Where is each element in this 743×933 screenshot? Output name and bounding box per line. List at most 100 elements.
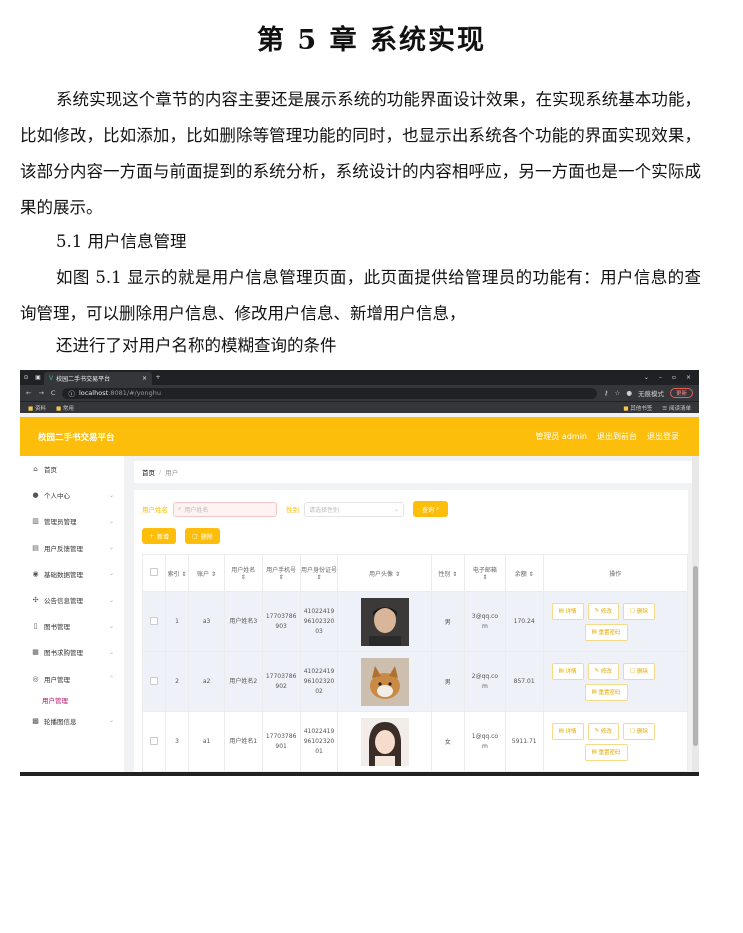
column-header[interactable]: 索引 ⇕ — [164, 554, 190, 592]
breadcrumb-home[interactable]: 首页 — [142, 467, 155, 477]
cell-idcard: 410224199610232003 — [299, 591, 339, 652]
search-row: 用户姓名 ⌕ 用户姓名 性别 请选择性别 ⌄ 查询 ⌕ — [142, 501, 449, 517]
sidebar-item-books[interactable]: ▯ 图书管理 ⌄ — [20, 613, 124, 639]
detail-button-label: 详情 — [565, 669, 577, 675]
query-button[interactable]: 查询 ⌕ — [413, 501, 449, 517]
sidebar-item-profile[interactable]: ● 个人中心 ⌄ — [20, 482, 124, 508]
close-window-icon[interactable]: × — [686, 374, 691, 381]
sort-icon[interactable]: ⇕ — [529, 571, 534, 578]
scrollbar-thumb[interactable] — [693, 566, 698, 746]
close-tab-icon[interactable]: × — [142, 375, 147, 382]
browser-tab[interactable]: V 校园二手书交易平台 × — [44, 372, 152, 385]
bookmark-item[interactable]: ■ 常用 — [56, 404, 74, 412]
column-label: 性别 — [438, 570, 451, 578]
row-checkbox[interactable] — [149, 676, 158, 685]
column-header[interactable]: 用户手机号 ⇕ — [261, 554, 301, 592]
bookmark-item[interactable]: ■ 其他书签 — [623, 404, 652, 412]
sort-icon[interactable]: ⇕ — [279, 574, 284, 581]
reset-password-button[interactable]: ▤ 重置密码 — [584, 623, 628, 641]
forward-icon[interactable]: → — [38, 389, 43, 397]
edit-button[interactable]: ✎ 修改 — [587, 662, 619, 680]
sort-icon[interactable]: ⇕ — [211, 571, 216, 578]
column-header[interactable]: 用户姓名 ⇕ — [223, 554, 263, 592]
reset-password-button[interactable]: ▤ 重置密码 — [584, 743, 628, 761]
tab-group-icon[interactable]: ▣ — [32, 374, 44, 381]
logout-link[interactable]: 退出登录 — [647, 431, 679, 442]
delete-button[interactable]: ▢ 删除 — [185, 528, 220, 544]
add-button[interactable]: + 新增 — [142, 528, 177, 544]
column-header[interactable]: 性别 ⇕ — [430, 554, 466, 592]
sidebar-item-feedback[interactable]: ▤ 用户反馈管理 ⌄ — [20, 535, 124, 561]
cell-avatar — [337, 651, 432, 712]
sidebar-item-notices[interactable]: ✣ 公告信息管理 ⌄ — [20, 587, 124, 613]
star-icon[interactable]: ☆ — [614, 389, 620, 397]
sidebar-subitem-users[interactable]: 用户管理 — [20, 692, 124, 708]
tab-search-icon[interactable]: ⌄ — [644, 374, 649, 381]
cell-phone: 17703786903 — [261, 591, 301, 652]
column-header[interactable]: 账户 ⇕ — [188, 554, 225, 592]
home-icon: ⌂ — [33, 465, 38, 474]
cell-avatar — [337, 591, 432, 652]
maximize-icon[interactable]: ▫ — [672, 374, 676, 381]
edit-button[interactable]: ✎ 修改 — [587, 722, 619, 740]
row-select-cell[interactable] — [142, 591, 166, 652]
folder-icon: ■ — [55, 405, 62, 412]
new-tab-button[interactable]: + — [152, 374, 164, 381]
detail-button[interactable]: ▤ 详情 — [551, 722, 584, 740]
edit-button[interactable]: ✎ 修改 — [587, 602, 619, 620]
reset-password-label: 重置密码 — [598, 630, 621, 636]
cell-email-text: 3@qq.com — [471, 612, 499, 630]
column-header[interactable]: 余额 ⇕ — [504, 554, 544, 592]
sort-icon[interactable]: ⇕ — [452, 571, 457, 578]
sort-icon[interactable]: ⇕ — [241, 574, 246, 581]
reset-password-button[interactable]: ▤ 重置密码 — [584, 683, 628, 701]
chevron-down-icon: ⌄ — [108, 648, 114, 656]
name-search-input[interactable]: ⌕ 用户姓名 — [173, 501, 277, 517]
row-checkbox[interactable] — [149, 616, 158, 625]
sort-icon[interactable]: ⇕ — [395, 571, 400, 578]
column-label: 操作 — [609, 570, 622, 578]
column-header[interactable]: 用户头像 ⇕ — [337, 554, 432, 592]
row-delete-button[interactable]: ▢ 删除 — [622, 602, 655, 620]
edit-button-label: 修改 — [600, 729, 612, 735]
update-button[interactable]: 更新 — [669, 388, 693, 398]
sidebar-item-users[interactable]: ◎ 用户管理 ⌃ — [20, 666, 124, 692]
cell-phone: 17703786902 — [261, 651, 301, 712]
bookmark-item[interactable]: ■ 资料 — [28, 404, 46, 412]
detail-button[interactable]: ▤ 详情 — [551, 602, 584, 620]
gender-select[interactable]: 请选择性别 ⌄ — [304, 501, 404, 517]
column-header[interactable]: 电子邮箱 ⇕ — [464, 554, 506, 592]
to-frontend-link[interactable]: 退出到前台 — [597, 431, 637, 442]
url-field[interactable]: ⓘ localhost:8081/#/yonghu — [62, 387, 597, 399]
select-all-checkbox[interactable] — [149, 568, 158, 576]
back-icon[interactable]: ← — [26, 389, 31, 397]
sidebar-item-book-requests[interactable]: ▦ 图书求购管理 ⌄ — [20, 639, 124, 665]
page-scrollbar[interactable] — [692, 456, 699, 776]
row-select-cell[interactable] — [142, 651, 166, 712]
cell-index: 3 — [164, 711, 190, 772]
sort-icon[interactable]: ⇕ — [482, 574, 487, 581]
select-all-cell[interactable] — [142, 554, 166, 592]
row-checkbox[interactable] — [149, 736, 158, 745]
browser-menu-icon[interactable]: ⊙ — [20, 374, 32, 381]
detail-button[interactable]: ▤ 详情 — [551, 662, 584, 680]
intro-paragraph: 系统实现这个章节的内容主要还是展示系统的功能界面设计效果，在实现系统基本功能，比… — [20, 90, 701, 217]
sort-icon[interactable]: ⇕ — [182, 571, 187, 578]
sort-icon[interactable]: ⇕ — [317, 574, 322, 581]
minimize-icon[interactable]: – — [659, 374, 662, 381]
sidebar-item-carousel[interactable]: ▩ 轮播图信息 ⌄ — [20, 708, 124, 734]
sidebar-item-home[interactable]: ⌂ 首页 — [20, 456, 124, 482]
sidebar-item-basedata[interactable]: ◉ 基础数据管理 ⌄ — [20, 561, 124, 587]
column-label: 索引 — [167, 570, 180, 578]
key-icon[interactable]: ⚷ — [604, 389, 609, 397]
row-select-cell[interactable] — [142, 711, 166, 772]
row-delete-button[interactable]: ▢ 删除 — [622, 722, 655, 740]
row-delete-button[interactable]: ▢ 删除 — [622, 662, 655, 680]
name-search-placeholder: 用户姓名 — [184, 506, 209, 514]
cell-balance: 857.01 — [504, 651, 544, 712]
column-header[interactable]: 用户身份证号 ⇕ — [299, 554, 339, 592]
cell-gender: 男 — [430, 651, 466, 712]
reload-icon[interactable]: C — [51, 389, 56, 397]
sidebar-item-admins[interactable]: ▥ 管理员管理 ⌄ — [20, 508, 124, 534]
bookmark-item[interactable]: ☰ 阅读清单 — [662, 404, 691, 412]
